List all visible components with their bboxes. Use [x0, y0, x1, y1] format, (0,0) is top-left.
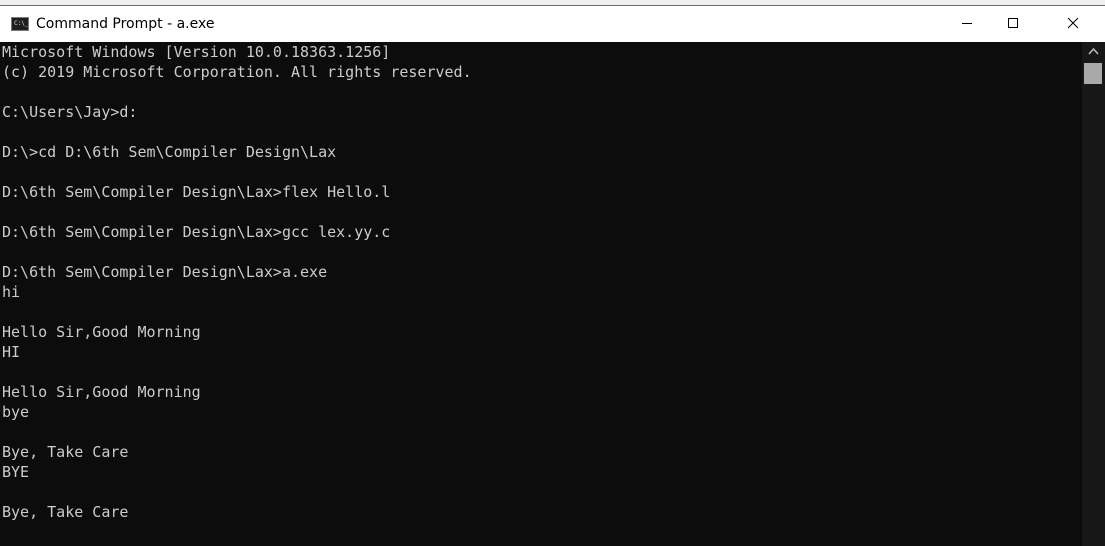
console-output[interactable]: Microsoft Windows [Version 10.0.18363.12…: [0, 42, 1082, 546]
close-icon: [1067, 17, 1079, 29]
title-bar[interactable]: C:\_ Command Prompt - a.exe: [0, 5, 1105, 42]
console-line: D:\6th Sem\Compiler Design\Lax>flex Hell…: [2, 183, 391, 201]
close-button[interactable]: [1050, 6, 1096, 42]
console-line: Microsoft Windows [Version 10.0.18363.12…: [2, 43, 391, 61]
console-line: (c) 2019 Microsoft Corporation. All righ…: [2, 63, 472, 81]
maximize-button[interactable]: [990, 6, 1036, 42]
console-line: HI: [2, 343, 21, 361]
console-line: bye: [2, 403, 30, 421]
maximize-icon: [1008, 18, 1018, 28]
console-line: D:\>cd D:\6th Sem\Compiler Design\Lax: [2, 143, 337, 161]
command-prompt-icon-glyph: C:\_: [14, 20, 29, 27]
scroll-up-arrow-icon[interactable]: [1082, 42, 1105, 62]
console-line: Hello Sir,Good Morning: [2, 383, 201, 401]
console-line: Hello Sir,Good Morning: [2, 323, 201, 341]
console-line: C:\Users\Jay>d:: [2, 103, 138, 121]
command-prompt-window: C:\_ Command Prompt - a.exe Microsoft Wi…: [0, 0, 1105, 546]
minimize-button[interactable]: [944, 6, 990, 42]
console-line: D:\6th Sem\Compiler Design\Lax>gcc lex.y…: [2, 223, 391, 241]
scrollbar-thumb[interactable]: [1084, 63, 1102, 84]
console-line: Bye, Take Care: [2, 503, 129, 521]
vertical-scrollbar[interactable]: [1082, 42, 1105, 546]
console-line: D:\6th Sem\Compiler Design\Lax>a.exe: [2, 263, 328, 281]
console-line: hi: [2, 283, 21, 301]
window-title: Command Prompt - a.exe: [36, 16, 215, 32]
console-line: BYE: [2, 463, 30, 481]
minimize-icon: [962, 23, 972, 24]
command-prompt-icon[interactable]: C:\_: [11, 17, 29, 31]
console-line: Bye, Take Care: [2, 443, 129, 461]
